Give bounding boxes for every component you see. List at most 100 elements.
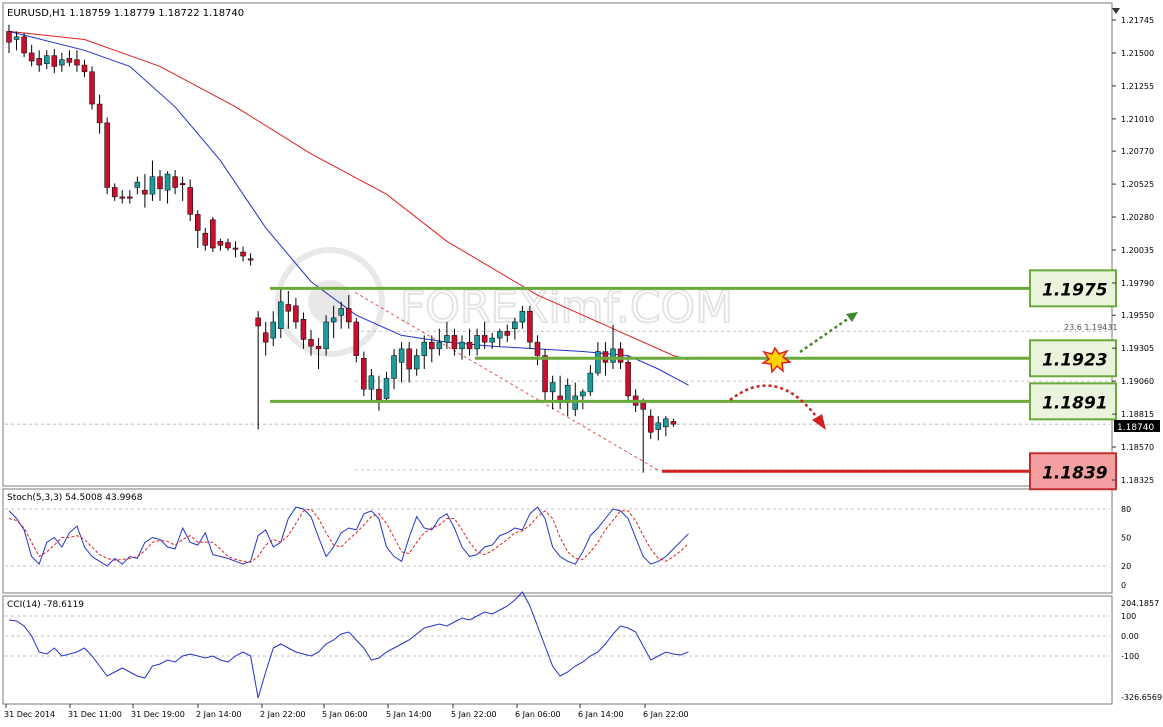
candle-body (157, 176, 163, 190)
candle-body (595, 351, 601, 374)
scroll-arrow-icon[interactable] (1112, 8, 1120, 14)
candle-body (66, 58, 73, 63)
level-label: 1.1839 (1042, 463, 1108, 483)
candle-body (512, 321, 518, 329)
watermark-logo-dot (308, 280, 352, 324)
main-price-panel (2, 2, 1113, 487)
candle-body (164, 173, 171, 191)
candle-body (195, 214, 201, 231)
candle-body (527, 310, 533, 343)
candle-body (610, 348, 616, 363)
candle-body (519, 310, 526, 323)
cci-y-tick-label: -326.6569 (1121, 693, 1162, 702)
candle-body (323, 321, 329, 350)
candle-body (346, 308, 352, 323)
candle-body (308, 339, 314, 347)
candle-body (240, 251, 246, 257)
candle-body (481, 335, 488, 343)
y-tick-label: 1.18325 (1121, 476, 1154, 485)
x-tick-label: 6 Jan 22:00 (643, 710, 689, 719)
candle-body (655, 422, 662, 430)
candle-body (179, 183, 186, 186)
candle-body (51, 55, 58, 67)
chart-canvas: FOREXimf.COM 1.19751.19231.18911.1839 1.… (2, 2, 1162, 719)
candle-body (617, 348, 624, 363)
candle-body (330, 317, 337, 323)
candle-body (13, 36, 20, 40)
x-tick-label: 5 Jan 22:00 (451, 710, 497, 719)
candle-body (232, 247, 239, 250)
candle-body (497, 331, 503, 339)
candle-body (406, 348, 412, 370)
y-tick-label: 1.20770 (1121, 147, 1154, 156)
y-tick-label: 1.20035 (1121, 246, 1154, 255)
x-tick-label: 6 Jan 06:00 (515, 710, 561, 719)
candle-body (149, 176, 156, 195)
candle-body (187, 187, 193, 215)
candle-body (89, 71, 95, 105)
candle-body (6, 31, 12, 43)
candle-body (225, 242, 231, 249)
current-price-label: 1.18740 (1117, 423, 1154, 433)
candle-body (504, 331, 511, 336)
stoch-header: Stoch(5,3,3) 54.5008 43.9968 (7, 493, 143, 503)
candle-body (293, 305, 299, 323)
y-tick-label: 1.21010 (1121, 115, 1154, 124)
stochastic-panel (2, 488, 1113, 594)
y-tick-label: 1.18815 (1121, 410, 1154, 419)
candle-body (549, 382, 556, 393)
candle-body (489, 337, 495, 343)
cci-y-tick-label: 100 (1121, 612, 1136, 621)
candle-body (361, 358, 367, 390)
candle-body (278, 301, 284, 329)
x-tick-label: 31 Dec 11:00 (68, 710, 122, 719)
chart-window: FOREXimf.COM 1.1975 1.1923 1.1891 1.1839 1.… (0, 0, 1163, 723)
candle-body (353, 321, 360, 356)
cci-y-tick-label: 204.1857 (1121, 599, 1159, 608)
candle-body (270, 321, 276, 339)
candle-body (542, 355, 548, 393)
candle-body (391, 355, 397, 379)
candle-body (28, 52, 35, 62)
candle-body (466, 341, 473, 350)
candle-body (247, 258, 254, 261)
candle-body (300, 319, 307, 340)
x-tick-label: 31 Dec 19:00 (131, 710, 185, 719)
candle-body (142, 189, 148, 195)
candle-body (119, 196, 125, 199)
cci-header: CCI(14) -78.6119 (7, 600, 84, 610)
candle-body (383, 378, 390, 399)
candle-body (451, 335, 458, 350)
candle-body (670, 421, 677, 425)
candle-body (96, 103, 103, 124)
y-tick-label: 1.19305 (1121, 344, 1154, 353)
candle-body (663, 418, 669, 428)
y-tick-label: 1.19060 (1121, 377, 1154, 386)
candle-body (74, 59, 80, 66)
x-tick-label: 5 Jan 14:00 (386, 710, 432, 719)
candle-body (376, 388, 382, 401)
candle-body (459, 341, 465, 350)
x-tick-label: 2 Jan 22:00 (260, 710, 306, 719)
y-tick-label: 1.18570 (1121, 443, 1154, 452)
candle-body (111, 187, 118, 198)
candle-body (338, 308, 344, 316)
level-label: 1.1975 (1042, 280, 1108, 300)
candle-body (534, 341, 541, 356)
candle-body (429, 341, 435, 350)
y-tick-label: 1.19790 (1121, 279, 1154, 288)
candle-body (255, 317, 261, 327)
x-tick-label: 31 Dec 2014 (4, 710, 55, 719)
candle-body (104, 122, 110, 188)
stoch-y-tick-label: 20 (1121, 562, 1131, 571)
candle-body (21, 36, 27, 54)
candle-body (474, 335, 480, 350)
cci-y-tick-label: 0.00 (1121, 632, 1139, 641)
candle-body (36, 58, 42, 66)
candle-body (81, 64, 88, 73)
candle-body (217, 241, 224, 246)
candle-body (398, 348, 405, 363)
level-label: 1.1923 (1042, 350, 1108, 370)
y-tick-label: 1.20280 (1121, 213, 1154, 222)
y-tick-label: 1.20525 (1121, 180, 1154, 189)
